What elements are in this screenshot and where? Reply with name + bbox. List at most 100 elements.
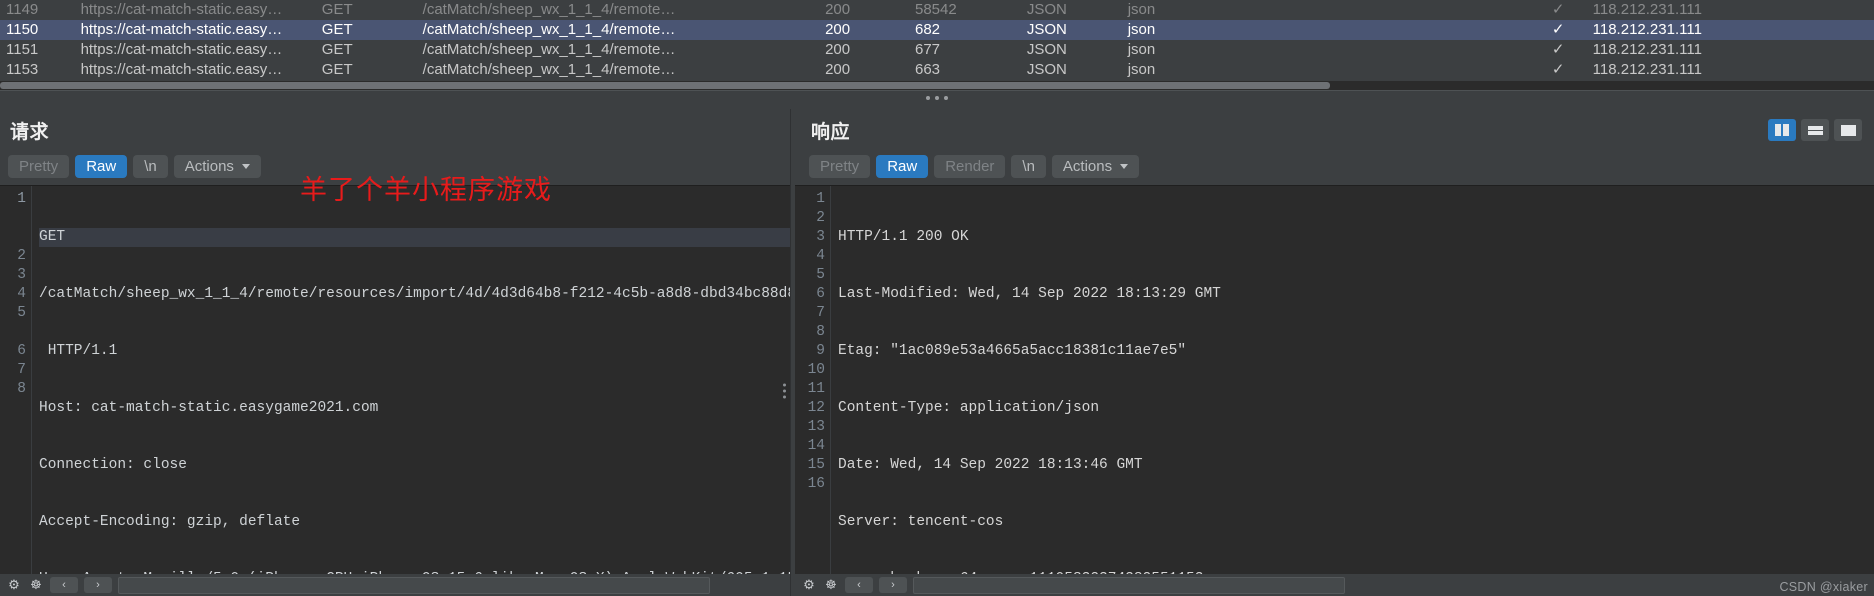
line-number: 3 bbox=[17, 267, 26, 283]
credit-watermark: CSDN @xiaker bbox=[1779, 580, 1868, 594]
line-number: 8 bbox=[17, 381, 26, 397]
request-search-input[interactable] bbox=[118, 576, 710, 594]
horizontal-scrollbar[interactable] bbox=[0, 81, 1874, 90]
line-number: 7 bbox=[816, 305, 825, 321]
line-number: 1 bbox=[17, 191, 26, 207]
request-actions-label: Actions bbox=[184, 157, 234, 175]
table-row[interactable]: 1150 https://cat-match-static.easy… GET … bbox=[0, 20, 1874, 40]
cell-ip: 118.212.231.111 bbox=[1586, 60, 1874, 80]
bug-icon[interactable]: ☸ bbox=[823, 577, 839, 593]
request-toolbar: Pretty Raw \n Actions bbox=[0, 151, 790, 185]
response-panel-header: 响应 bbox=[795, 109, 1874, 151]
response-lines: 1 2 3 4 5 6 7 8 9 10 11 12 13 14 15 16 H… bbox=[795, 186, 1874, 596]
cell-method: GET bbox=[315, 0, 417, 20]
cell-mime: JSON bbox=[1020, 20, 1122, 40]
response-raw-button[interactable]: Raw bbox=[876, 154, 929, 178]
request-line: Host: cat-match-static.easygame2021.com bbox=[39, 400, 379, 416]
cell-length: 663 bbox=[909, 60, 1021, 80]
line-number: 4 bbox=[816, 248, 825, 264]
response-actions-button[interactable]: Actions bbox=[1051, 154, 1140, 178]
bug-icon[interactable]: ☸ bbox=[28, 577, 44, 593]
response-render-button[interactable]: Render bbox=[934, 154, 1006, 178]
table-row[interactable]: 1151 https://cat-match-static.easy… GET … bbox=[0, 40, 1874, 60]
line-number: 11 bbox=[807, 381, 825, 397]
line-number: 2 bbox=[17, 248, 26, 264]
line-number: 14 bbox=[807, 438, 825, 454]
cell-status: 200 bbox=[819, 40, 909, 60]
line-number: 9 bbox=[816, 343, 825, 359]
cell-host: https://cat-match-static.easy… bbox=[74, 0, 316, 20]
request-line: /catMatch/sheep_wx_1_1_4/remote/resource… bbox=[39, 286, 790, 302]
response-newline-button[interactable]: \n bbox=[1011, 154, 1046, 178]
search-next-button[interactable]: › bbox=[879, 577, 907, 593]
proxy-history-table[interactable]: 1149 https://cat-match-static.easy… GET … bbox=[0, 0, 1874, 90]
panel-splitter[interactable] bbox=[0, 90, 1874, 109]
chevron-down-icon bbox=[241, 163, 250, 169]
request-line: Connection: close bbox=[39, 457, 187, 473]
cell-host: https://cat-match-static.easy… bbox=[74, 40, 316, 60]
response-editor[interactable]: 1 2 3 4 5 6 7 8 9 10 11 12 13 14 15 16 H… bbox=[795, 185, 1874, 596]
cell-host: https://cat-match-static.easy… bbox=[74, 20, 316, 40]
cell-host: https://cat-match-static.easy… bbox=[74, 60, 316, 80]
cell-ip: 118.212.231.111 bbox=[1586, 40, 1874, 60]
line-number: 1 bbox=[816, 191, 825, 207]
request-pretty-button[interactable]: Pretty bbox=[8, 154, 70, 178]
response-panel: 响应 Pretty Raw Render \n Actions 1 2 3 4 … bbox=[795, 109, 1874, 596]
line-number: 5 bbox=[17, 305, 26, 321]
cell-url: /catMatch/sheep_wx_1_1_4/remote… bbox=[416, 40, 820, 60]
request-editor[interactable]: 1 2 3 4 5 6 7 8 GET /catMatch/sheep_wx_1… bbox=[0, 185, 790, 596]
search-next-button[interactable]: › bbox=[84, 577, 112, 593]
cell-id: 1151 bbox=[0, 40, 75, 60]
request-lines: 1 2 3 4 5 6 7 8 GET /catMatch/sheep_wx_1… bbox=[0, 186, 790, 596]
request-panel-title: 请求 bbox=[10, 121, 50, 143]
cell-edited-check-icon: ✓ bbox=[1529, 20, 1587, 40]
response-content[interactable]: HTTP/1.1 200 OK Last-Modified: Wed, 14 S… bbox=[830, 186, 1874, 596]
request-line-numbers: 1 2 3 4 5 6 7 8 bbox=[0, 186, 31, 596]
response-toolbar: Pretty Raw Render \n Actions bbox=[795, 151, 1874, 185]
line-number: 4 bbox=[17, 286, 26, 302]
cell-edited-check-icon: ✓ bbox=[1529, 40, 1587, 60]
line-number bbox=[0, 228, 26, 247]
scrollbar-thumb[interactable] bbox=[0, 82, 1330, 89]
cell-extension: json bbox=[1121, 0, 1530, 20]
view-mode-single-pane-icon[interactable] bbox=[1834, 119, 1862, 141]
cell-method: GET bbox=[315, 60, 417, 80]
cell-status: 200 bbox=[819, 20, 909, 40]
line-number: 3 bbox=[816, 229, 825, 245]
chevron-down-icon bbox=[1120, 163, 1129, 169]
request-line: Accept-Encoding: gzip, deflate bbox=[39, 514, 301, 530]
cell-ip: 118.212.231.111 bbox=[1586, 20, 1874, 40]
response-bottom-bar: ⚙ ☸ ‹ › bbox=[795, 574, 1874, 596]
cell-url: /catMatch/sheep_wx_1_1_4/remote… bbox=[416, 60, 820, 80]
line-number: 15 bbox=[807, 457, 825, 473]
settings-gear-icon[interactable]: ⚙ bbox=[801, 577, 817, 593]
table-row[interactable]: 1149 https://cat-match-static.easy… GET … bbox=[0, 0, 1874, 20]
response-line: Content-Type: application/json bbox=[838, 400, 1100, 416]
cell-mime: JSON bbox=[1020, 60, 1122, 80]
cell-length: 682 bbox=[909, 20, 1021, 40]
cell-status: 200 bbox=[819, 60, 909, 80]
line-number: 16 bbox=[807, 476, 825, 492]
request-newline-button[interactable]: \n bbox=[133, 154, 168, 178]
line-number: 5 bbox=[816, 267, 825, 283]
burp-proxy-window: 1149 https://cat-match-static.easy… GET … bbox=[0, 0, 1874, 596]
cell-id: 1149 bbox=[0, 0, 75, 20]
search-prev-button[interactable]: ‹ bbox=[50, 577, 78, 593]
table-row[interactable]: 1153 https://cat-match-static.easy… GET … bbox=[0, 60, 1874, 80]
response-line-numbers: 1 2 3 4 5 6 7 8 9 10 11 12 13 14 15 16 bbox=[795, 186, 830, 596]
line-number: 6 bbox=[816, 286, 825, 302]
editor-resize-grip-icon[interactable] bbox=[783, 383, 786, 399]
cell-extension: json bbox=[1121, 20, 1530, 40]
search-prev-button[interactable]: ‹ bbox=[845, 577, 873, 593]
proxy-history-table-wrap[interactable]: 1149 https://cat-match-static.easy… GET … bbox=[0, 0, 1874, 90]
line-number: 6 bbox=[17, 343, 26, 359]
response-search-input[interactable] bbox=[913, 576, 1345, 594]
response-actions-label: Actions bbox=[1062, 157, 1113, 175]
request-actions-button[interactable]: Actions bbox=[173, 154, 261, 178]
view-mode-split-vertical-icon[interactable] bbox=[1768, 119, 1796, 141]
view-mode-split-horizontal-icon[interactable] bbox=[1801, 119, 1829, 141]
request-content[interactable]: GET /catMatch/sheep_wx_1_1_4/remote/reso… bbox=[31, 186, 790, 596]
request-raw-button[interactable]: Raw bbox=[75, 154, 128, 178]
response-pretty-button[interactable]: Pretty bbox=[809, 154, 871, 178]
settings-gear-icon[interactable]: ⚙ bbox=[6, 577, 22, 593]
